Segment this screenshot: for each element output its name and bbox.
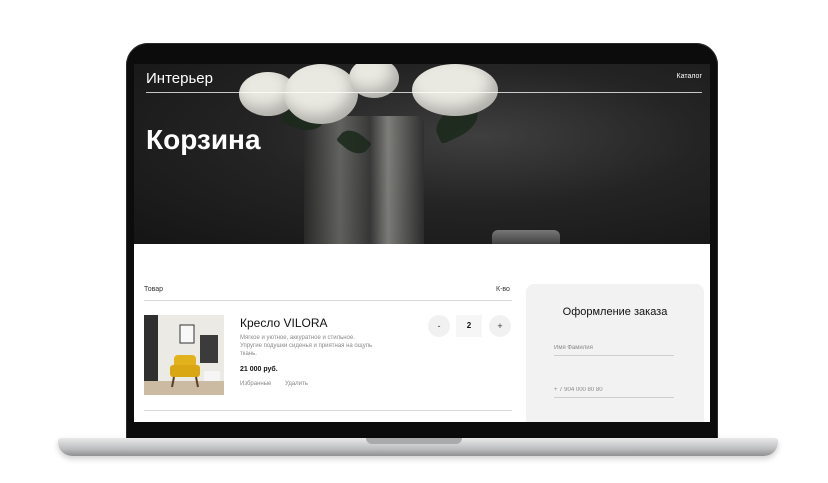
product-name[interactable]: Кресло VILORA [240, 316, 328, 330]
name-input[interactable] [554, 345, 674, 355]
laptop-screen: Интерьер Каталог Корзина Товар К-во Крес… [134, 64, 710, 422]
quantity-increase-button[interactable]: + [489, 315, 511, 337]
product-description: Мягкое и уютное, аккуратное и стильное. … [240, 335, 373, 357]
brand-logo[interactable]: Интерьер [146, 70, 213, 87]
remove-link[interactable]: Удалить [285, 381, 308, 387]
table-divider [144, 300, 512, 301]
product-price: 21 000 руб. [240, 366, 278, 373]
column-header-quantity: К-во [496, 286, 510, 293]
chair-photo-icon [144, 315, 224, 395]
order-panel: Оформление заказа [526, 284, 704, 422]
name-field [554, 336, 674, 356]
quantity-value[interactable]: 2 [456, 315, 482, 337]
hero-banner: Интерьер Каталог Корзина [134, 64, 710, 244]
product-thumbnail[interactable] [144, 315, 224, 395]
favorite-link[interactable]: Избранные [240, 381, 271, 387]
nav-catalog-link[interactable]: Каталог [677, 73, 702, 80]
laptop-notch [366, 438, 462, 444]
hero-flower-image [412, 64, 498, 116]
phone-field [554, 378, 674, 398]
header-divider [146, 92, 702, 93]
quantity-decrease-button[interactable]: - [428, 315, 450, 337]
order-panel-title: Оформление заказа [562, 306, 668, 318]
hero-bottle-image [492, 230, 560, 244]
column-header-product: Товар [144, 286, 164, 293]
hero-flower-image [284, 64, 358, 124]
phone-input[interactable] [554, 387, 674, 397]
page-title: Корзина [146, 124, 261, 155]
table-divider [144, 410, 512, 411]
hero-vase-image [304, 116, 424, 244]
